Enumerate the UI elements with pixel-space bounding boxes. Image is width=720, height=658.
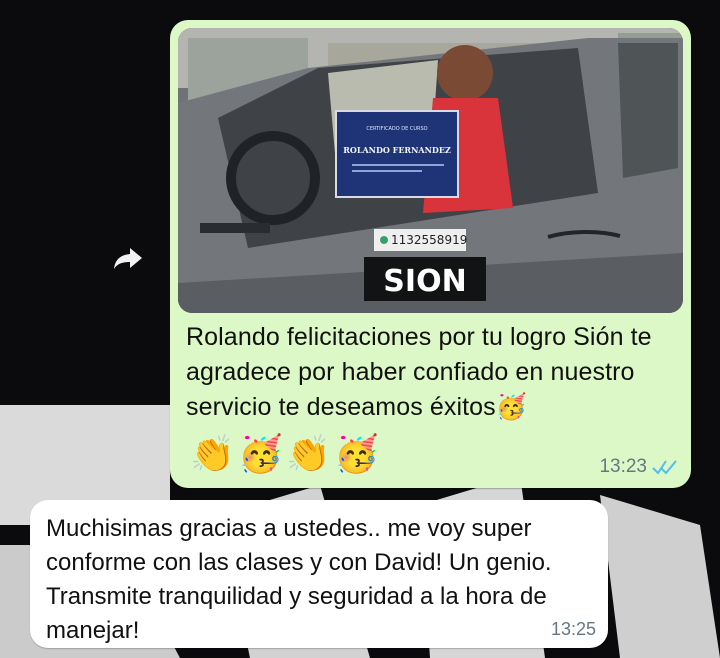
car-certificate-photo: CERTIFICADO DE CURSO ROLANDO FERNANDEZ 1… [178, 28, 683, 313]
emoji-reaction-line: 👏 🥳 👏 🥳 [190, 432, 379, 476]
message-photo[interactable]: CERTIFICADO DE CURSO ROLANDO FERNANDEZ 1… [178, 28, 683, 313]
certificate-recipient: ROLANDO FERNANDEZ [343, 145, 451, 155]
incoming-message-text: Muchisimas gracias a ustedes.. me voy su… [46, 515, 552, 644]
outgoing-message-text: Rolando felicitaciones por tu logro Sión… [186, 323, 652, 421]
party-face-emoji-1: 🥳 [238, 433, 283, 474]
incoming-message-bubble[interactable]: Muchisimas gracias a ustedes.. me voy su… [30, 500, 608, 648]
party-face-emoji-2: 🥳 [334, 433, 379, 474]
clapping-hands-emoji-2: 👏 [286, 433, 331, 474]
outgoing-message-bubble[interactable]: CERTIFICADO DE CURSO ROLANDO FERNANDEZ 1… [170, 20, 691, 488]
outgoing-message-meta: 13:23 [599, 456, 679, 478]
clapping-hands-emoji-1: 👏 [190, 433, 235, 474]
photo-brand-logo: SION [383, 264, 466, 299]
forward-arrow-icon [114, 248, 142, 269]
incoming-message-time: 13:25 [550, 619, 596, 639]
outgoing-message-time: 13:23 [599, 456, 647, 477]
chat-screen: CERTIFICADO DE CURSO ROLANDO FERNANDEZ 1… [0, 0, 720, 658]
photo-phone-number: 1132558919 [391, 233, 467, 247]
certificate-heading: CERTIFICADO DE CURSO [366, 126, 427, 132]
forward-button[interactable] [108, 238, 148, 278]
double-check-icon [652, 460, 677, 475]
